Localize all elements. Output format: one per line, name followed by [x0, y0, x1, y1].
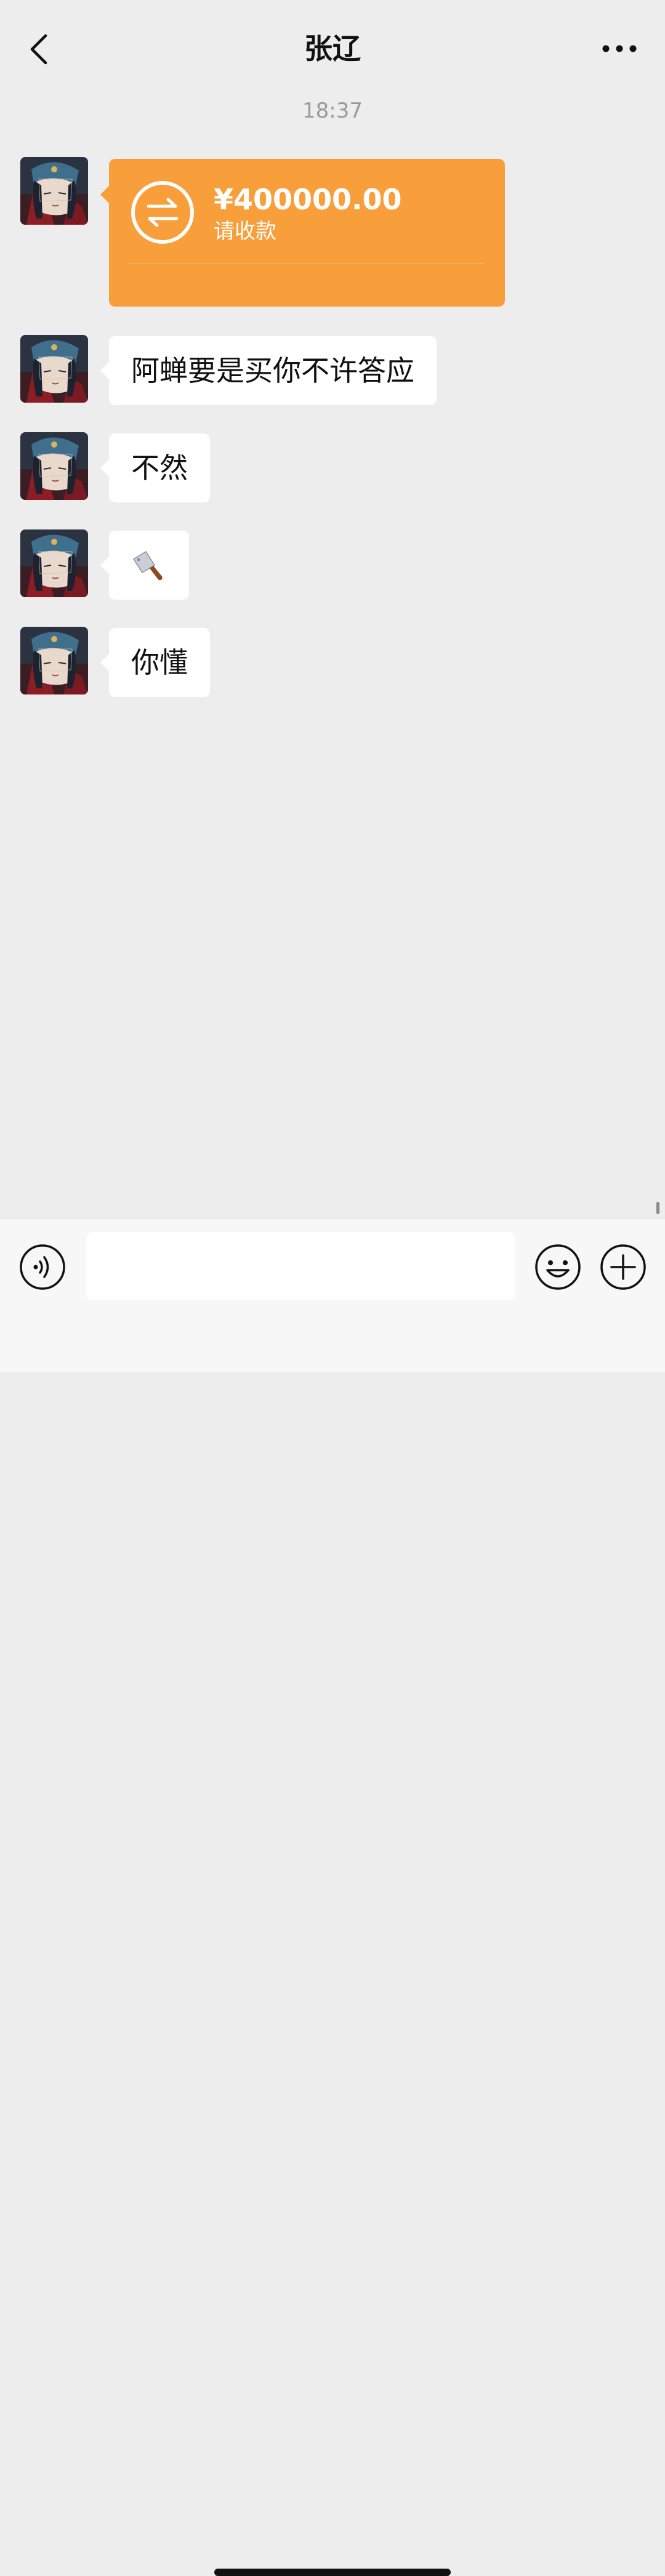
- emoji-button[interactable]: [534, 1243, 582, 1291]
- message-bubble[interactable]: 你懂: [100, 628, 210, 697]
- message-bubble[interactable]: 不然: [100, 433, 210, 502]
- message-timestamp: 18:37: [302, 99, 363, 123]
- voice-button[interactable]: [18, 1243, 66, 1291]
- message-bubble[interactable]: [100, 531, 189, 600]
- emoji-icon: [535, 1244, 581, 1290]
- back-button[interactable]: [21, 27, 58, 70]
- home-indicator[interactable]: [214, 2569, 451, 2576]
- avatar[interactable]: [20, 627, 88, 694]
- transfer-card[interactable]: ¥400000.00 请收款: [100, 159, 505, 307]
- transfer-amount: ¥400000.00: [214, 183, 402, 216]
- transfer-status: 请收款: [214, 219, 276, 244]
- message-input[interactable]: [86, 1232, 515, 1300]
- more-dots-icon: [602, 45, 637, 52]
- more-functions-button[interactable]: [599, 1243, 647, 1291]
- chat-title: 张辽: [304, 32, 361, 65]
- transfer-arrows-icon: [131, 181, 194, 244]
- input-bar: [0, 1218, 665, 2576]
- cleaver-knife-icon: [132, 550, 163, 581]
- scrollbar[interactable]: [656, 1202, 659, 1214]
- chat-header: 张辽: [0, 0, 665, 86]
- chevron-left-icon: [30, 34, 47, 65]
- more-button[interactable]: [595, 27, 644, 70]
- avatar[interactable]: [20, 335, 88, 403]
- message-bubble[interactable]: 阿蝉要是买你不许答应: [100, 336, 437, 405]
- avatar[interactable]: [20, 529, 88, 597]
- avatar[interactable]: [20, 432, 88, 500]
- avatar[interactable]: [20, 157, 88, 225]
- voice-icon: [20, 1244, 65, 1290]
- plus-icon: [600, 1244, 646, 1290]
